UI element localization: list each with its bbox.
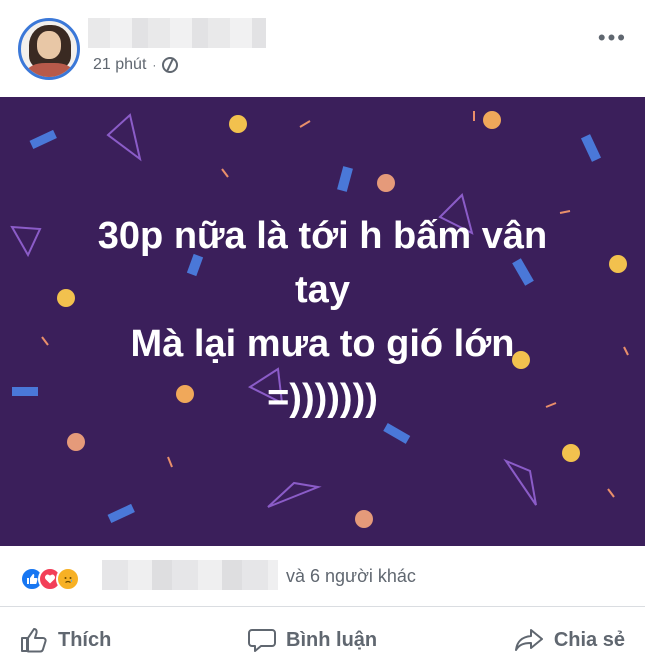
share-icon bbox=[514, 629, 543, 651]
thumbs-up-icon bbox=[21, 628, 47, 653]
reactions-summary[interactable]: và 6 người khác bbox=[286, 566, 416, 587]
reactor-names-blurred[interactable] bbox=[102, 560, 278, 590]
post-header: 21 phút · ••• bbox=[0, 0, 645, 96]
comment-label: Bình luận bbox=[286, 628, 378, 651]
banner-line-1: 30p nữa là tới h bấm vân bbox=[97, 215, 548, 257]
sad-icon bbox=[56, 567, 80, 591]
post-meta: 21 phút · bbox=[93, 56, 179, 74]
share-label: Chia sẻ bbox=[553, 628, 625, 651]
meta-separator: · bbox=[152, 58, 157, 72]
share-button[interactable]: Chia sẻ bbox=[494, 627, 645, 653]
reaction-icons[interactable] bbox=[20, 567, 80, 591]
author-name-blurred[interactable] bbox=[88, 18, 266, 48]
post-time[interactable]: 21 phút bbox=[93, 56, 146, 74]
comment-button[interactable]: Bình luận bbox=[228, 627, 397, 653]
banner-line-4: =))))))) bbox=[267, 377, 378, 419]
avatar-shirt bbox=[27, 63, 73, 77]
post-banner: 30p nữa là tới h bấm vân tay Mà lại mưa … bbox=[0, 97, 645, 546]
banner-line-3: Mà lại mưa to gió lớn bbox=[130, 323, 515, 365]
more-options-icon[interactable]: ••• bbox=[598, 27, 627, 49]
globe-icon bbox=[162, 57, 179, 73]
avatar-face bbox=[37, 31, 61, 59]
avatar[interactable] bbox=[18, 18, 80, 80]
banner-line-2: tay bbox=[295, 269, 350, 311]
like-label: Thích bbox=[58, 628, 112, 651]
comment-icon bbox=[248, 629, 277, 652]
like-button[interactable]: Thích bbox=[0, 627, 131, 653]
post-actions: Thích Bình luận Chia sẻ bbox=[0, 612, 645, 668]
banner-text: 30p nữa là tới h bấm vân tay Mà lại mưa … bbox=[0, 209, 645, 425]
